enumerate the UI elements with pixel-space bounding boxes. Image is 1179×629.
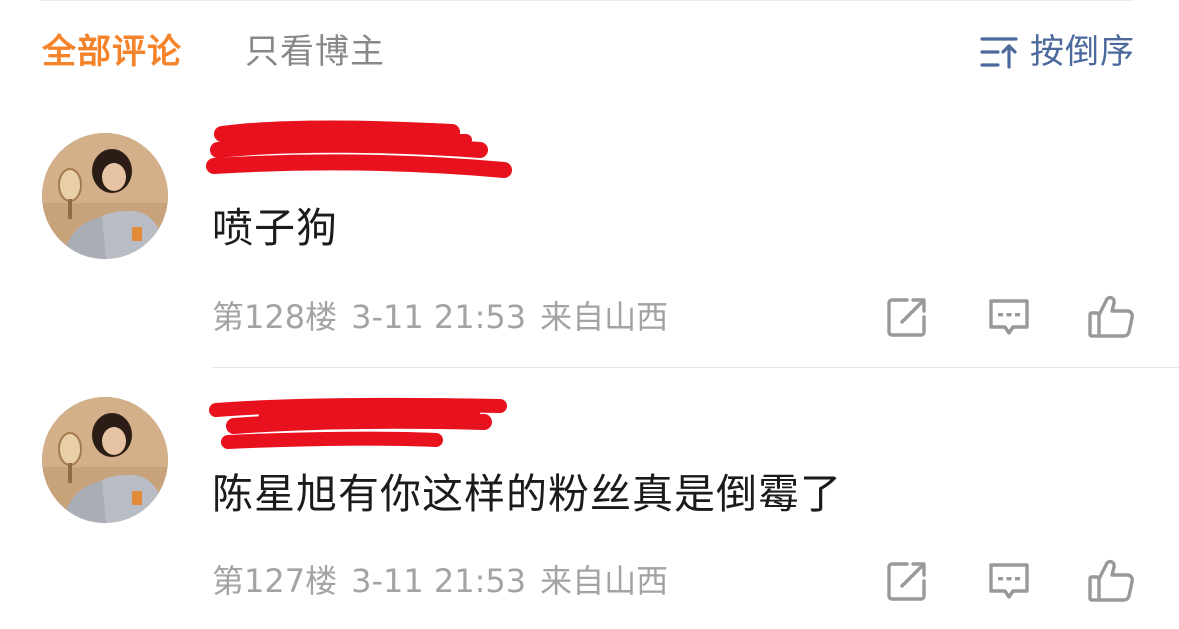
tab-all-comments[interactable]: 全部评论 <box>42 30 182 74</box>
tab-blogger-only[interactable]: 只看博主 <box>245 30 385 74</box>
comment-divider <box>212 367 1179 368</box>
comment-text: 喷子狗 <box>212 204 338 252</box>
redaction-scribble <box>206 120 512 178</box>
redaction-scribble <box>209 397 507 449</box>
sort-button[interactable]: 按倒序 <box>980 30 1135 74</box>
avatar[interactable] <box>42 397 168 523</box>
comment-text: 陈星旭有你这样的粉丝真是倒霉了 <box>212 470 842 518</box>
reply-comment-icon <box>989 299 1029 335</box>
repost-icon <box>887 298 926 337</box>
comment-actions <box>829 557 1135 605</box>
floor-number: 第127楼 <box>212 562 338 600</box>
like-button[interactable] <box>1087 557 1135 605</box>
reply-button[interactable] <box>985 293 1033 341</box>
sort-order-icon <box>980 37 1018 69</box>
floor-number: 第128楼 <box>212 298 338 336</box>
repost-button[interactable] <box>883 557 931 605</box>
comment-meta: 第127楼 3-11 21:53 来自山西 <box>212 561 682 601</box>
comment-location: 来自山西 <box>540 562 669 600</box>
username[interactable] <box>209 396 512 456</box>
avatar[interactable] <box>42 133 168 259</box>
thumbs-up-icon <box>1088 559 1134 602</box>
comment-actions <box>829 293 1135 341</box>
sort-label: 按倒序 <box>1030 32 1135 72</box>
like-button[interactable] <box>1087 293 1135 341</box>
comment-location: 来自山西 <box>540 298 669 336</box>
repost-icon <box>887 562 926 601</box>
repost-button[interactable] <box>883 293 931 341</box>
comment-time: 3-11 21:53 <box>351 562 527 600</box>
top-divider <box>40 0 1133 1</box>
reply-comment-icon <box>989 563 1029 599</box>
comment-time: 3-11 21:53 <box>351 298 527 336</box>
thumbs-up-icon <box>1088 295 1134 338</box>
comment-meta: 第128楼 3-11 21:53 来自山西 <box>212 297 682 337</box>
username[interactable] <box>206 120 512 180</box>
reply-button[interactable] <box>985 557 1033 605</box>
comment-panel: 全部评论 只看博主 按倒序 喷子狗 第128楼 3-11 21:53 来自山西 … <box>0 0 1179 629</box>
